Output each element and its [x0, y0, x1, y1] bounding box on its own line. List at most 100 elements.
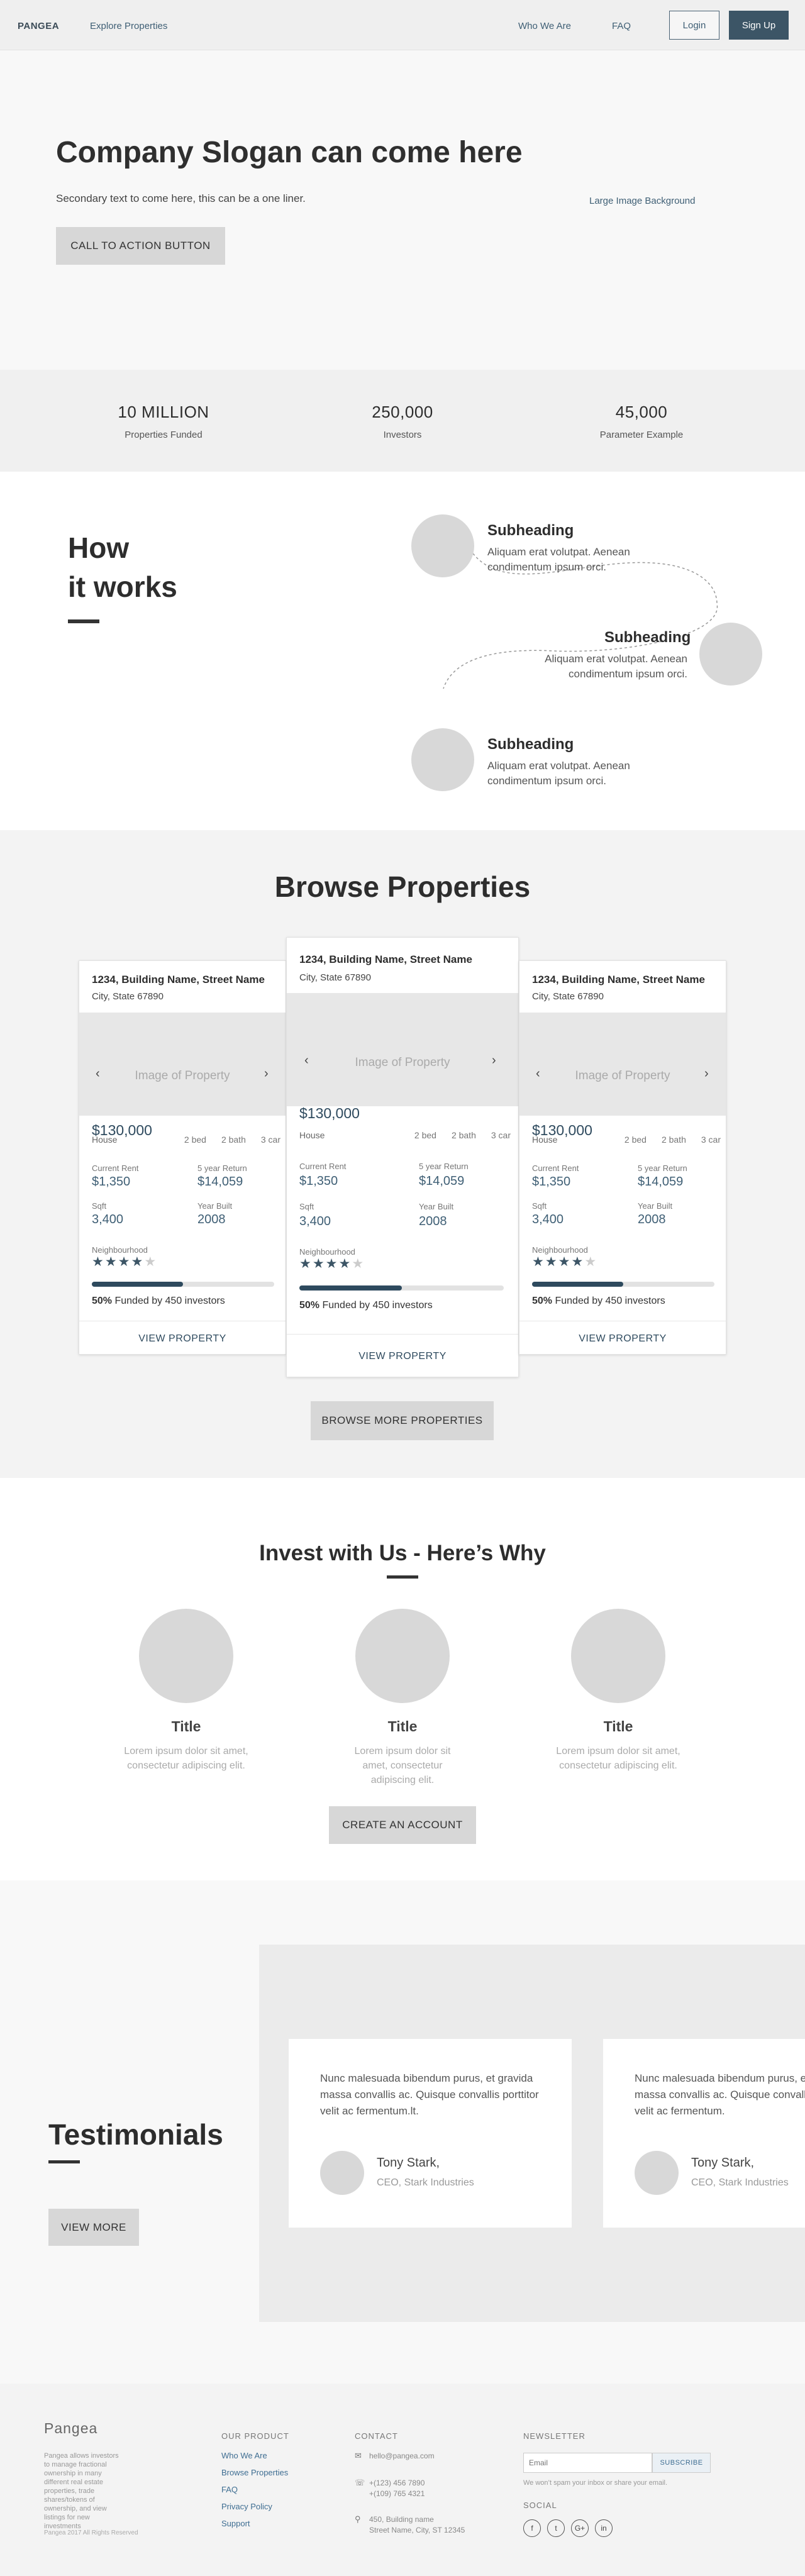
google-plus-icon[interactable]: G+ [571, 2519, 589, 2537]
browse-title: Browse Properties [274, 870, 531, 903]
testimonial-quote: Nunc malesuada bibendum purus, et gravid… [320, 2072, 539, 2117]
feature-title: Title [171, 1718, 201, 1735]
footer-logo[interactable]: Pangea [44, 2420, 97, 2437]
rent-value: $1,350 [299, 1174, 338, 1188]
nav-explore-link[interactable]: Explore Properties [90, 21, 167, 31]
sqft-value: 3,400 [532, 1213, 564, 1226]
property-card: 1234, Building Name, Street Name City, S… [519, 960, 726, 1355]
copyright: Pangea 2017 All Rights Reserved [44, 2529, 138, 2536]
create-account-button[interactable]: CREATE AN ACCOUNT [329, 1806, 476, 1844]
stat-item: 10 MILLION Properties Funded [69, 402, 258, 440]
stat-item: 45,000 Parameter Example [547, 402, 736, 440]
feature-title: Title [387, 1718, 418, 1735]
how-title-line: it works [68, 570, 177, 603]
twitter-icon[interactable]: t [547, 2519, 565, 2537]
footer-link[interactable]: Browse Properties [221, 2468, 288, 2477]
nav-who-link[interactable]: Who We Are [518, 21, 571, 31]
funding-bar [92, 1282, 274, 1287]
return-value: $14,059 [197, 1175, 243, 1189]
view-more-button[interactable]: VIEW MORE [48, 2209, 139, 2246]
title-underline [68, 619, 99, 623]
card-address: 1234, Building Name, Street Name [532, 974, 705, 985]
connector-path [443, 553, 718, 689]
card-address: 1234, Building Name, Street Name [299, 953, 472, 965]
funded-percent: 50% [532, 1296, 553, 1306]
testimonial-quote: Nunc malesuada bibendum purus, et gravid… [635, 2072, 805, 2117]
funded-text: 50% Funded by 450 investors [299, 1300, 433, 1311]
footer-link[interactable]: Who We Are [221, 2451, 267, 2460]
sqft-value: 3,400 [92, 1213, 124, 1226]
card-address: 1234, Building Name, Street Name [92, 974, 265, 985]
star-filled-icon: ★ [532, 1255, 545, 1269]
neighbourhood-label: Neighbourhood [532, 1245, 588, 1255]
contact-phone-1: +(123) 456 7890 [369, 2479, 425, 2487]
return-value: $14,059 [638, 1175, 684, 1189]
sqft-value: 3,400 [299, 1214, 331, 1228]
step-image [699, 623, 762, 686]
testimonial-role: CEO, Stark Industries [691, 2177, 789, 2188]
card-specs: 2 bed 2 bath 3 car [399, 1130, 511, 1140]
signup-button[interactable]: Sign Up [729, 11, 789, 40]
mail-icon: ✉ [355, 2451, 362, 2460]
year-label: Year Built [197, 1201, 233, 1211]
image-placeholder-label: Image of Property [355, 1056, 450, 1069]
newsletter-note: We won’t spam your inbox or share your e… [523, 2479, 668, 2487]
car-count: 3 car [491, 1130, 511, 1140]
footer-link[interactable]: Support [221, 2519, 250, 2528]
newsletter-email-input[interactable] [523, 2453, 652, 2473]
rent-value: $1,350 [532, 1175, 571, 1189]
chevron-left-icon[interactable]: ‹ [536, 1067, 540, 1081]
car-count: 3 car [701, 1135, 721, 1145]
linkedin-icon[interactable]: in [595, 2519, 613, 2537]
footer-link[interactable]: FAQ [221, 2485, 238, 2494]
card-type: House [299, 1130, 325, 1140]
invest-title: Invest with Us - Here’s Why [259, 1541, 546, 1565]
star-empty-icon: ★ [584, 1255, 598, 1269]
rating-stars: ★★★★★ [299, 1256, 365, 1272]
star-filled-icon: ★ [92, 1255, 105, 1269]
browse-more-button[interactable]: BROWSE MORE PROPERTIES [311, 1401, 494, 1440]
rent-value: $1,350 [92, 1175, 131, 1189]
bath-count: 2 bath [661, 1135, 686, 1145]
testimonial-card: Nunc malesuada bibendum purus, et gravid… [289, 2039, 572, 2228]
logo[interactable]: PANGEA [18, 21, 59, 31]
step-image [411, 728, 474, 791]
cta-button[interactable]: CALL TO ACTION BUTTON [56, 227, 225, 265]
nav-faq-link[interactable]: FAQ [612, 21, 631, 31]
year-value: 2008 [197, 1213, 226, 1226]
view-property-link[interactable]: VIEW PROPERTY [79, 1321, 286, 1355]
rent-label: Current Rent [532, 1163, 579, 1173]
chevron-right-icon[interactable]: › [264, 1067, 269, 1081]
hero-section: Company Slogan can come here Secondary t… [0, 50, 805, 365]
funded-investors: Funded by 450 investors [552, 1296, 665, 1306]
view-property-link[interactable]: VIEW PROPERTY [287, 1334, 518, 1378]
login-button[interactable]: Login [669, 11, 719, 40]
card-city: City, State 67890 [532, 991, 604, 1002]
property-image: Image of Property ‹ › $130,000 [519, 1013, 726, 1138]
subscribe-button[interactable]: SUBSCRIBE [652, 2453, 711, 2473]
title-underline [48, 2160, 80, 2163]
stat-item: 250,000 Investors [308, 402, 497, 440]
footer-link[interactable]: Privacy Policy [221, 2502, 272, 2511]
star-filled-icon: ★ [325, 1257, 339, 1271]
stats-section: 10 MILLION Properties Funded 250,000 Inv… [0, 370, 805, 472]
facebook-icon[interactable]: f [523, 2519, 541, 2537]
bath-count: 2 bath [451, 1130, 476, 1140]
view-property-link[interactable]: VIEW PROPERTY [519, 1321, 726, 1355]
footer: Pangea Pangea allows investors to manage… [0, 2384, 805, 2576]
chevron-left-icon[interactable]: ‹ [304, 1053, 309, 1068]
top-nav: PANGEA Explore Properties Who We Are FAQ… [0, 0, 805, 50]
contact-email[interactable]: hello@pangea.com [369, 2451, 435, 2462]
funded-investors: Funded by 450 investors [112, 1296, 225, 1306]
feature-text: Lorem ipsum dolor sit amet, consectetur … [124, 1746, 248, 1771]
chevron-right-icon[interactable]: › [492, 1053, 496, 1068]
return-value: $14,059 [419, 1174, 465, 1188]
chevron-right-icon[interactable]: › [704, 1067, 709, 1081]
chevron-left-icon[interactable]: ‹ [96, 1067, 100, 1081]
step-heading: Subheading [487, 522, 574, 539]
bed-count: 2 bed [624, 1135, 647, 1145]
star-empty-icon: ★ [352, 1257, 365, 1271]
testimonial-role: CEO, Stark Industries [377, 2177, 474, 2188]
testimonial-carousel[interactable]: Nunc malesuada bibendum purus, et gravid… [259, 1945, 805, 2322]
property-image: Image of Property ‹ › $130,000 [287, 993, 518, 1121]
